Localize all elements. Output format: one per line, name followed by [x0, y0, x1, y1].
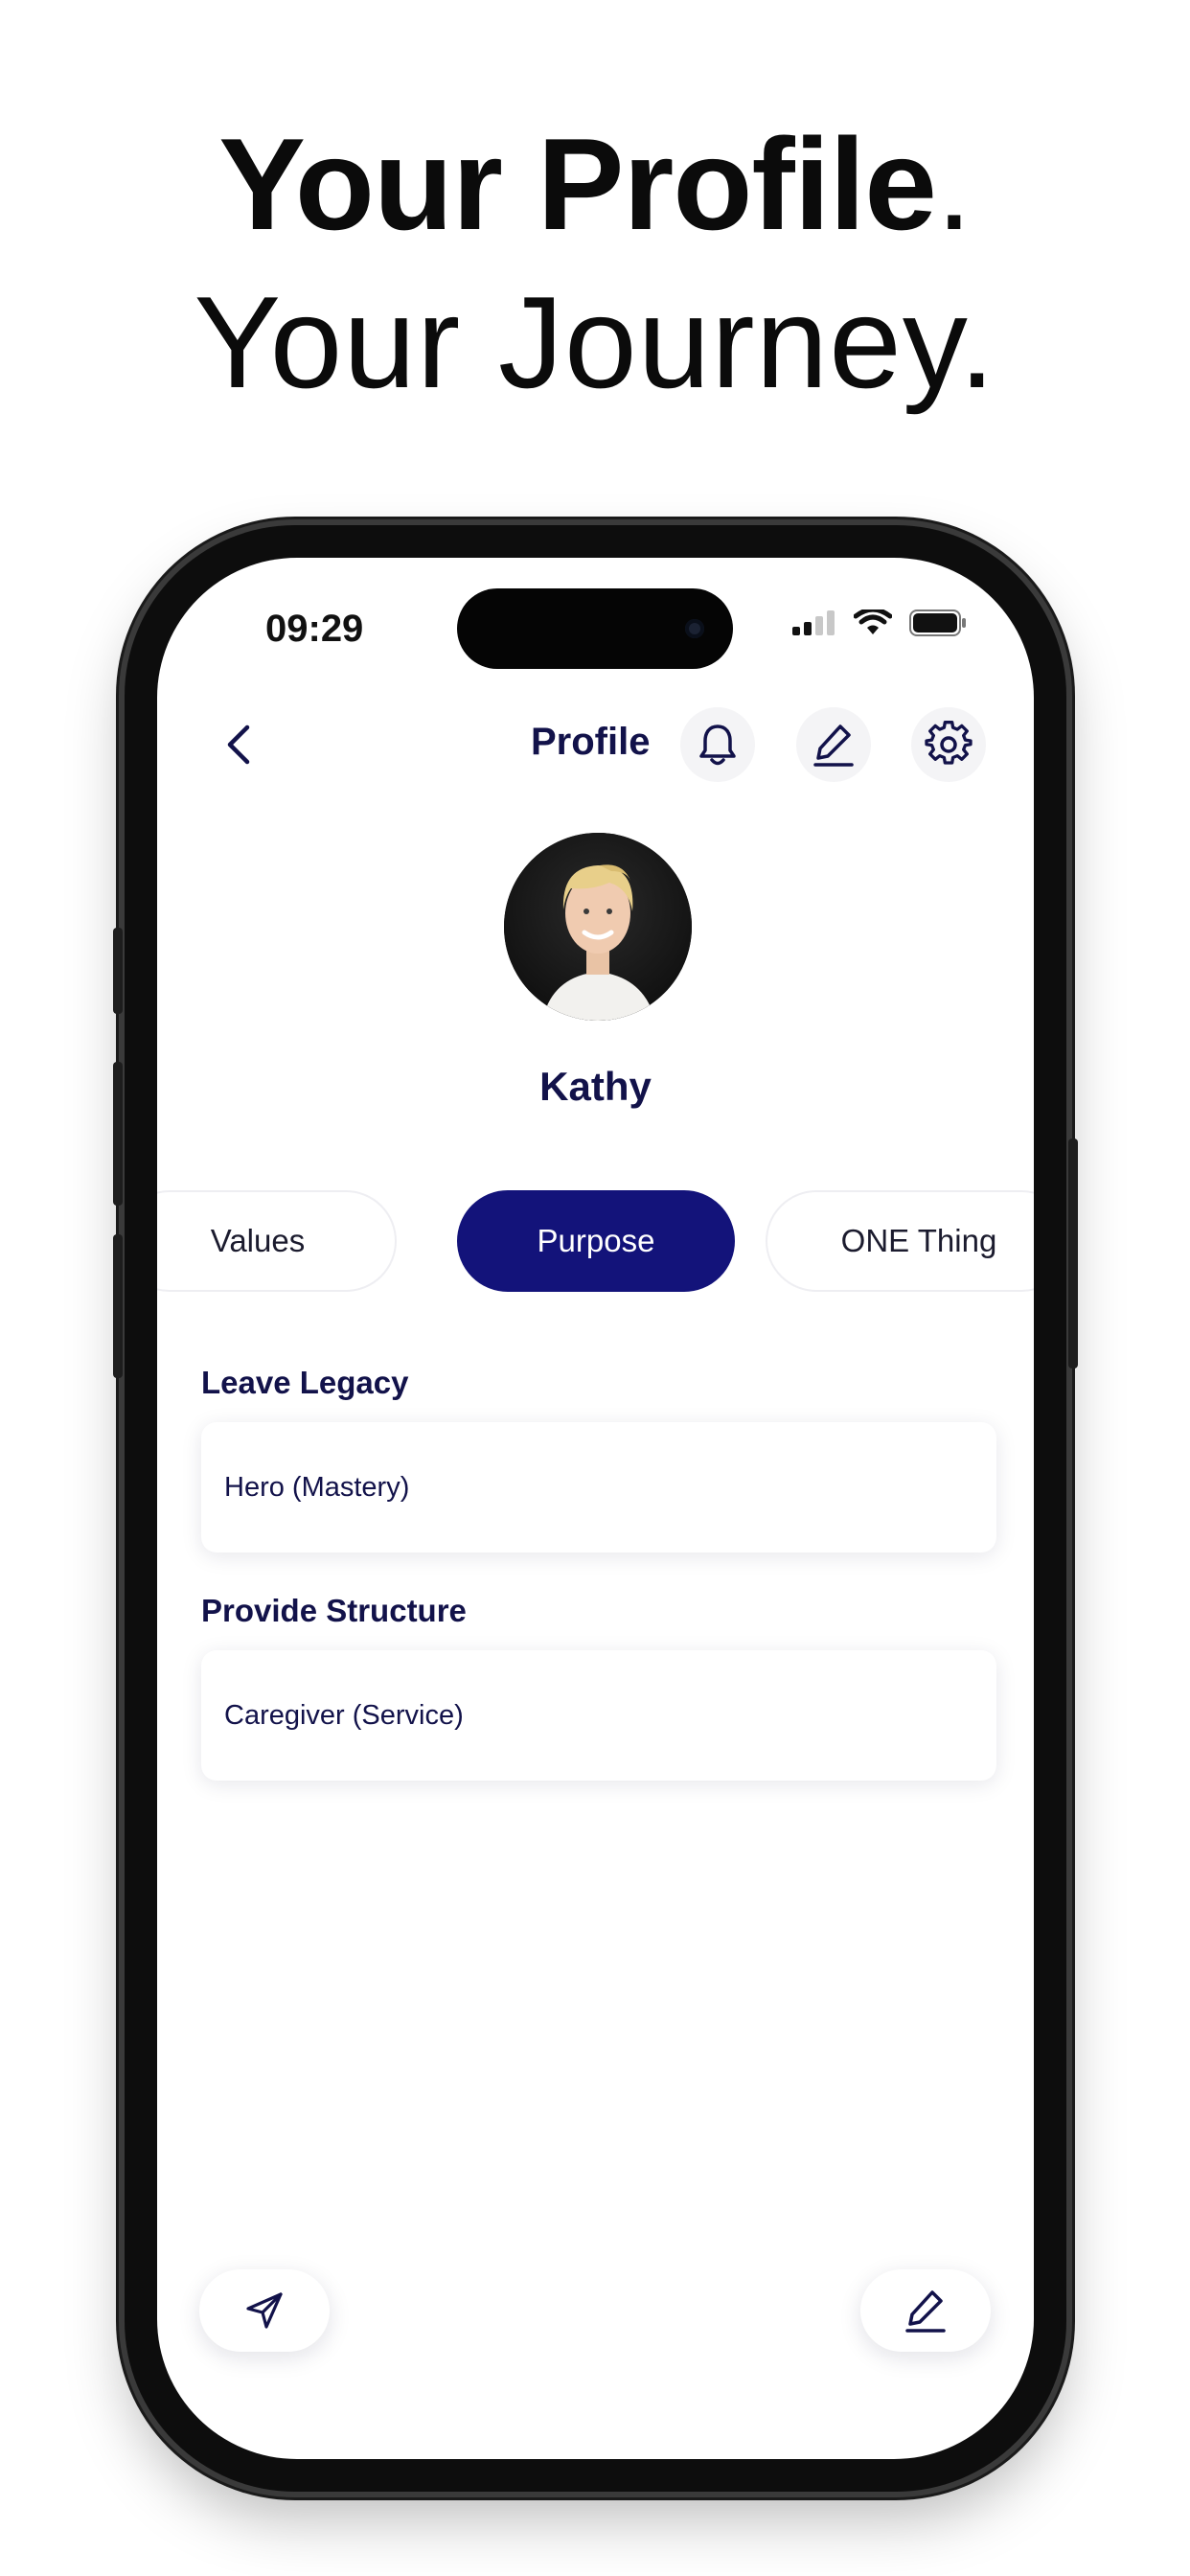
power-button [1068, 1138, 1078, 1368]
back-button[interactable] [215, 721, 263, 769]
volume-up-button [113, 1062, 123, 1206]
edit-pencil-icon [905, 2290, 946, 2333]
avatar [504, 833, 692, 1021]
headline-line-2: Your Journey. [194, 269, 996, 415]
section-label-provide-structure: Provide Structure [201, 1593, 467, 1628]
status-time: 09:29 [265, 608, 364, 650]
avatar-photo [504, 833, 692, 1021]
volume-down-button [113, 1234, 123, 1378]
edit-profile-button[interactable] [796, 707, 871, 782]
top-navigation: Profile [157, 692, 1034, 797]
notifications-button[interactable] [680, 707, 755, 782]
tab-purpose[interactable]: Purpose [457, 1190, 735, 1292]
action-button [113, 928, 123, 1014]
send-icon [246, 2292, 283, 2329]
section-card-provide-structure[interactable]: Caregiver (Service) [201, 1650, 996, 1781]
headline-period: . [935, 111, 973, 257]
profile-tabs: Values Purpose ONE Thing [157, 1190, 1034, 1296]
status-icons [792, 610, 967, 636]
dynamic-island [457, 588, 733, 669]
send-button[interactable] [199, 2269, 330, 2352]
cellular-signal-icon [792, 610, 835, 635]
phone-frame: 09:29 Profile Kathy Values Purpose ONE T… [113, 525, 1078, 2492]
battery-icon [909, 610, 966, 636]
headline-line-1: Your Profile. [0, 105, 1190, 264]
tab-one-thing[interactable]: ONE Thing [766, 1190, 1034, 1292]
edit-button[interactable] [860, 2269, 991, 2352]
marketing-headline: Your Profile. Your Journey. [0, 105, 1190, 422]
tab-values[interactable]: Values [157, 1190, 397, 1292]
gear-icon [925, 721, 973, 765]
headline-bold: Your Profile [218, 111, 937, 257]
bell-icon [699, 724, 736, 766]
settings-button[interactable] [911, 707, 986, 782]
section-label-leave-legacy: Leave Legacy [201, 1365, 409, 1400]
back-chevron-icon [227, 724, 250, 765]
phone-screen: 09:29 Profile Kathy Values Purpose ONE T… [157, 558, 1034, 2459]
page-title: Profile [531, 721, 651, 763]
wifi-icon [854, 610, 892, 634]
section-card-leave-legacy[interactable]: Hero (Mastery) [201, 1422, 996, 1552]
edit-pencil-icon [813, 724, 854, 767]
profile-name: Kathy [539, 1064, 652, 1109]
front-camera [685, 619, 704, 638]
